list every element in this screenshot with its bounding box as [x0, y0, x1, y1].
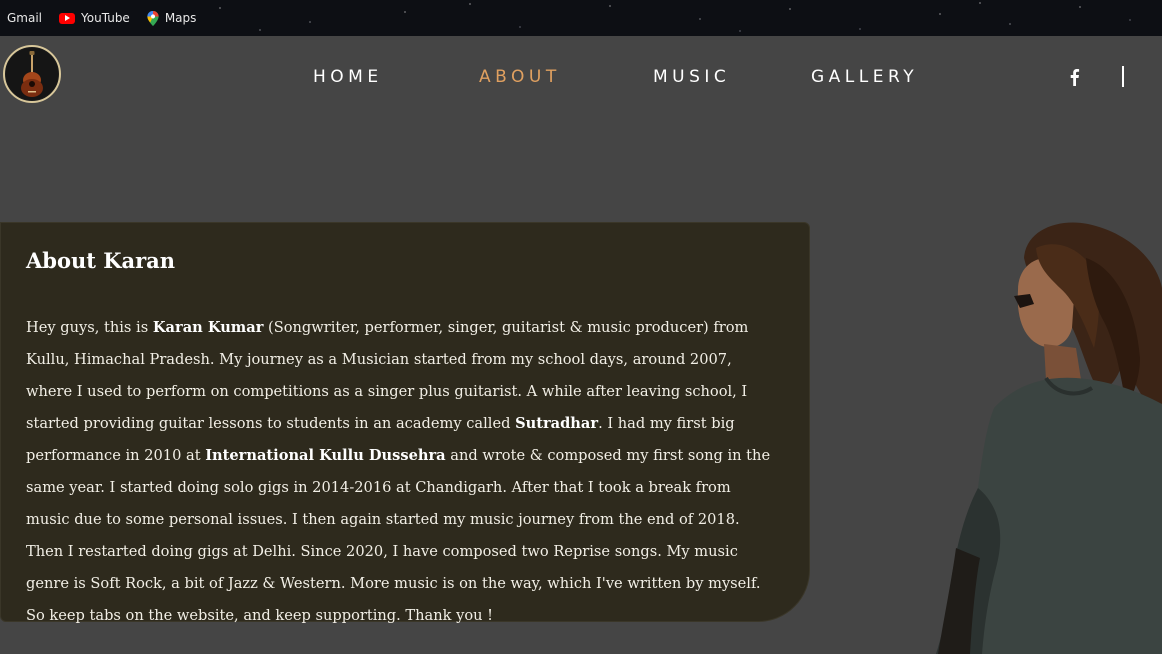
event-name: International Kullu Dussehra	[205, 447, 446, 464]
bookmark-gmail[interactable]: Gmail	[7, 11, 42, 25]
artist-portrait	[936, 222, 1162, 654]
nav-music[interactable]: MUSIC	[653, 67, 730, 87]
about-text-intro: Hey guys, this is	[26, 319, 153, 336]
about-title: About Karan	[26, 248, 176, 273]
bookmark-maps-label: Maps	[164, 11, 197, 25]
nav-home[interactable]: HOME	[313, 67, 383, 87]
site-logo[interactable]	[3, 45, 61, 103]
bookmark-gmail-label: Gmail	[7, 11, 43, 25]
nav-gallery[interactable]: GALLERY	[811, 67, 918, 87]
facebook-icon[interactable]	[1068, 68, 1080, 86]
bookmark-maps[interactable]: Maps	[147, 10, 197, 26]
nav-about[interactable]: ABOUT	[479, 67, 561, 87]
guitar-logo-icon	[6, 48, 58, 100]
academy-name: Sutradhar	[515, 415, 599, 432]
youtube-icon	[59, 12, 76, 24]
bookmark-youtube-label: YouTube	[81, 11, 130, 25]
artist-name: Karan Kumar	[152, 319, 264, 336]
about-text: Hey guys, this is Karan Kumar (Songwrite…	[26, 312, 778, 632]
about-text-part4: and wrote & composed my first song in th…	[26, 447, 771, 624]
maps-pin-icon	[147, 10, 159, 26]
bookmark-youtube[interactable]: YouTube	[59, 11, 130, 25]
about-card: About Karan Hey guys, this is Karan Kuma…	[0, 222, 810, 624]
site-header: HOME ABOUT MUSIC GALLERY	[0, 36, 1162, 116]
header-divider	[1122, 66, 1124, 87]
bookmarks-bar: Gmail YouTube Maps	[0, 0, 1162, 36]
